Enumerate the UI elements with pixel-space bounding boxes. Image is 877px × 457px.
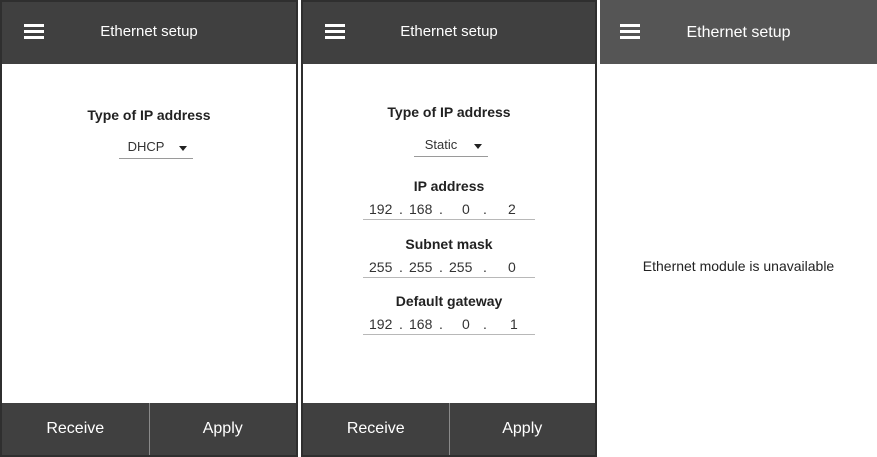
gw-octet-1: 192 <box>369 316 393 332</box>
gw-octet-3: 0 <box>462 316 470 332</box>
ethernet-setup-screen-unavailable: Ethernet setup Ethernet module is unavai… <box>600 0 877 457</box>
ip-address-field[interactable]: 192 . 168 . 0 . 2 <box>363 198 535 220</box>
app-bar-title: Ethernet setup <box>100 23 198 40</box>
apply-button[interactable]: Apply <box>150 403 297 455</box>
ip-type-dropdown[interactable]: Static <box>414 133 488 157</box>
ip-type-value: Static <box>424 137 458 152</box>
ip-octet-1: 192 <box>369 201 393 217</box>
ip-type-dropdown[interactable]: DHCP <box>119 135 193 159</box>
caret-down-icon <box>474 144 482 149</box>
ip-type-label: Type of IP address <box>387 104 511 120</box>
default-gateway-label: Default gateway <box>395 293 503 309</box>
ip-type-label: Type of IP address <box>87 107 211 123</box>
ip-type-value: DHCP <box>127 139 165 154</box>
apply-button[interactable]: Apply <box>450 403 596 455</box>
ip-octet-3: 0 <box>462 201 470 217</box>
unavailable-message: Ethernet module is unavailable <box>642 258 835 274</box>
subnet-mask-label: Subnet mask <box>405 236 493 252</box>
receive-button[interactable]: Receive <box>2 403 150 455</box>
gw-octet-4: 1 <box>510 316 518 332</box>
mask-octet-4: 0 <box>508 259 516 275</box>
receive-button[interactable]: Receive <box>303 403 450 455</box>
default-gateway-field[interactable]: 192 . 168 . 0 . 1 <box>363 313 535 335</box>
mask-octet-2: 255 <box>409 259 433 275</box>
app-bar: Ethernet setup <box>600 0 877 64</box>
ethernet-setup-screen-static: Ethernet setup Type of IP address Static… <box>301 0 597 457</box>
mask-octet-3: 255 <box>449 259 473 275</box>
bottom-action-bar: Receive Apply <box>303 403 595 455</box>
ip-address-label: IP address <box>413 178 485 194</box>
ip-octet-4: 2 <box>508 201 516 217</box>
app-bar-title: Ethernet setup <box>686 24 791 41</box>
bottom-action-bar: Receive Apply <box>2 403 296 455</box>
gw-octet-2: 168 <box>409 316 433 332</box>
app-bar-title: Ethernet setup <box>400 23 498 40</box>
subnet-mask-field[interactable]: 255 . 255 . 255 . 0 <box>363 256 535 278</box>
mask-octet-1: 255 <box>369 259 393 275</box>
caret-down-icon <box>179 146 187 151</box>
ip-octet-2: 168 <box>409 201 433 217</box>
app-bar: Ethernet setup <box>2 2 296 64</box>
ethernet-setup-screen-dhcp: Ethernet setup Type of IP address DHCP R… <box>0 0 298 457</box>
app-bar: Ethernet setup <box>303 2 595 64</box>
